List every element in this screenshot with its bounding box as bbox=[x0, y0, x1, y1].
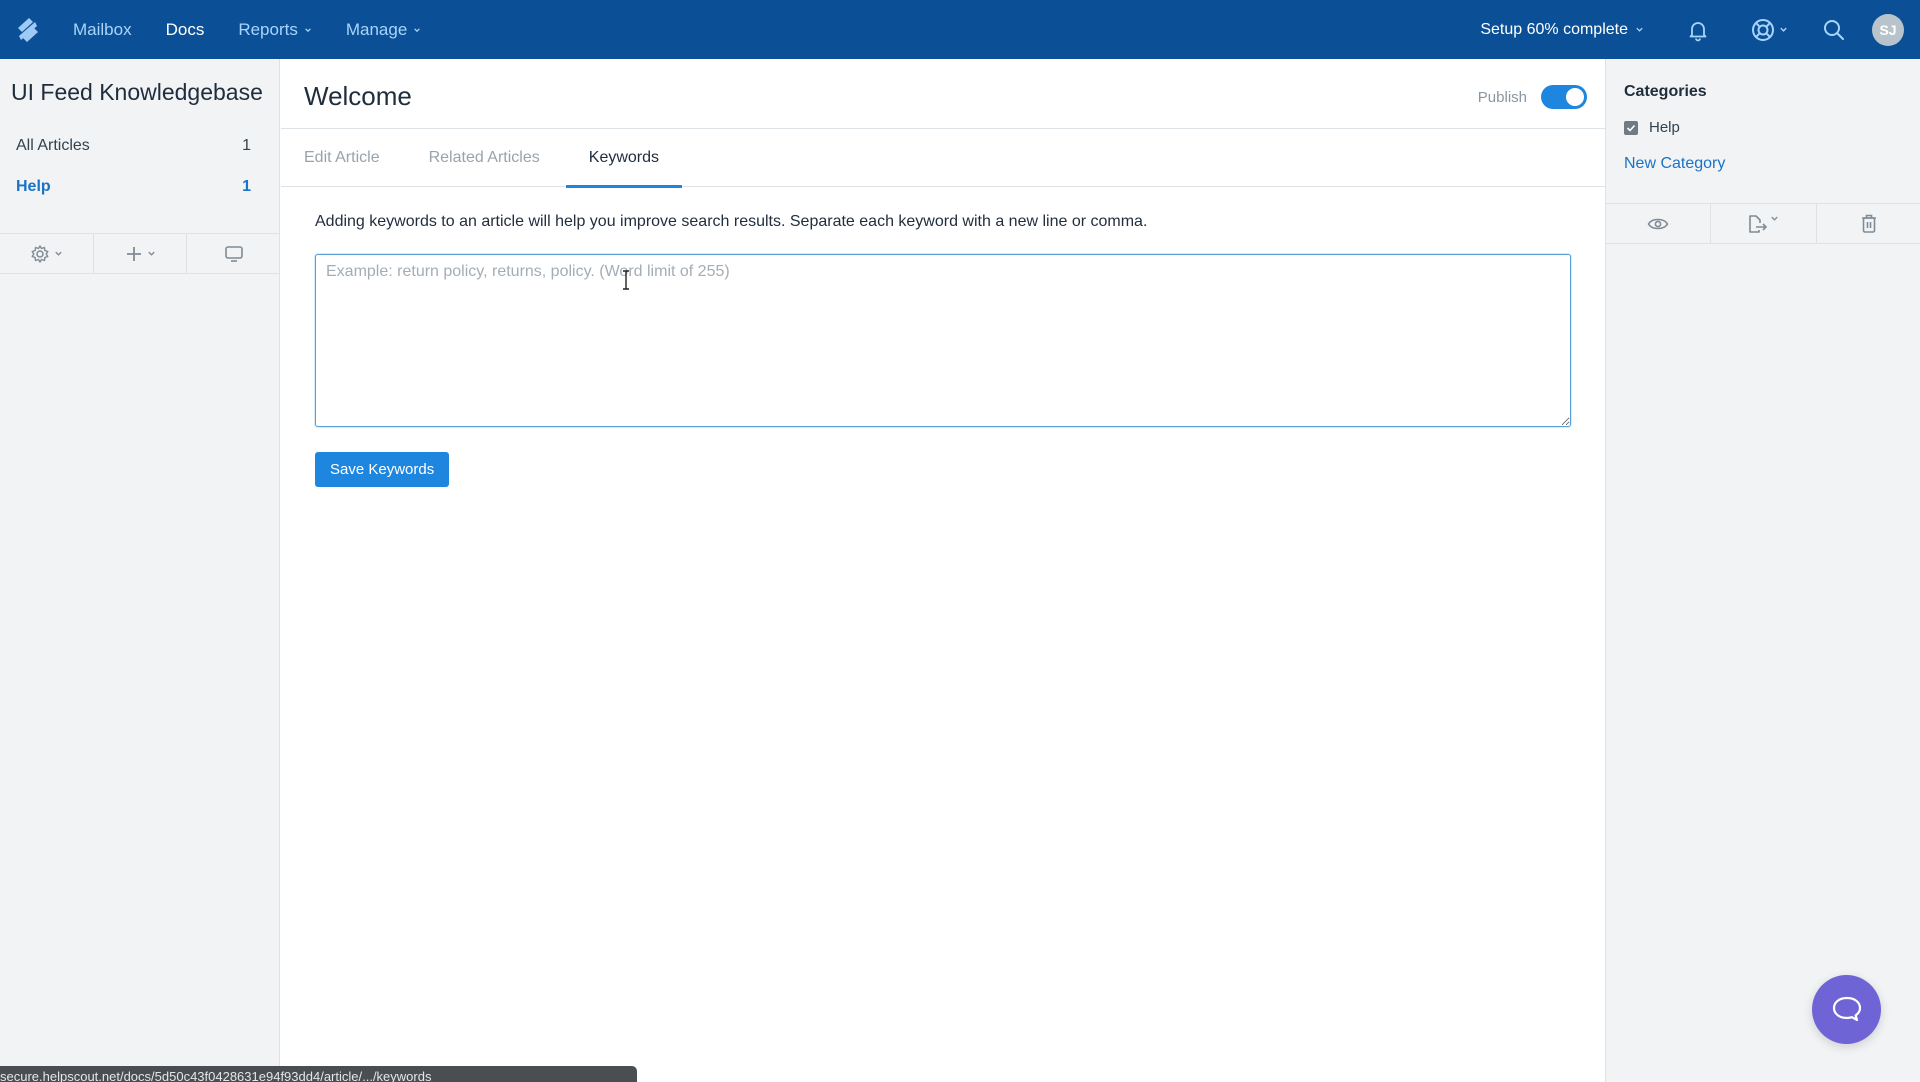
search-icon bbox=[1824, 19, 1844, 40]
left-sidebar: UI Feed Knowledgebase All Articles 1 Hel… bbox=[0, 59, 280, 1082]
publish-control: Publish bbox=[1478, 85, 1587, 109]
helpscout-logo-icon[interactable] bbox=[0, 0, 56, 59]
help-menu-button[interactable] bbox=[1750, 0, 1788, 59]
gear-icon bbox=[31, 244, 49, 263]
chevron-down-icon bbox=[305, 27, 311, 32]
checkmark-icon bbox=[1626, 124, 1636, 132]
chevron-down-icon bbox=[1780, 27, 1787, 32]
move-article-dropdown-button[interactable] bbox=[1711, 204, 1817, 243]
nav-docs-label: Docs bbox=[165, 19, 205, 39]
article-tabs: Edit Article Related Articles Keywords bbox=[281, 129, 1605, 188]
category-item[interactable]: Help bbox=[1606, 101, 1920, 136]
sidebar-item-help[interactable]: Help 1 bbox=[0, 166, 279, 207]
view-site-button[interactable] bbox=[187, 234, 280, 273]
article-title: Welcome bbox=[304, 81, 412, 111]
keywords-hint: Adding keywords to an article will help … bbox=[315, 213, 1148, 230]
nav-reports-label: Reports bbox=[238, 19, 298, 39]
article-header: Welcome Publish bbox=[281, 59, 1605, 129]
text-cursor-icon bbox=[623, 270, 629, 290]
chevron-down-icon bbox=[55, 251, 62, 256]
nav-reports[interactable]: Reports bbox=[221, 0, 329, 59]
monitor-icon bbox=[224, 245, 243, 262]
publish-label: Publish bbox=[1477, 88, 1527, 106]
avatar[interactable]: SJ bbox=[1872, 13, 1904, 46]
export-icon bbox=[1749, 214, 1768, 233]
categories-title: Categories bbox=[1624, 83, 1707, 100]
eye-icon bbox=[1647, 218, 1669, 229]
chevron-down-icon bbox=[414, 27, 421, 32]
add-dropdown-button[interactable] bbox=[94, 234, 188, 273]
article-toolbar bbox=[1606, 203, 1920, 244]
plus-icon bbox=[126, 246, 141, 261]
sidebar-item-count: 1 bbox=[242, 136, 251, 154]
setup-progress-label: Setup 60% complete bbox=[1480, 20, 1628, 38]
keywords-content: Adding keywords to an article will help … bbox=[281, 187, 1605, 513]
sidebar-item-count: 1 bbox=[242, 177, 251, 195]
chevron-down-icon bbox=[1771, 216, 1779, 221]
knowledgebase-title: UI Feed Knowledgebase bbox=[11, 79, 263, 105]
delete-article-button[interactable] bbox=[1817, 204, 1920, 243]
settings-dropdown-button[interactable] bbox=[0, 234, 94, 273]
top-nav: Mailbox Docs Reports Manage Setup 60% co… bbox=[0, 0, 1920, 59]
main-panel: Welcome Publish Edit Article Related Art… bbox=[281, 59, 1605, 1082]
category-checkbox[interactable] bbox=[1624, 120, 1638, 135]
nav-right: Setup 60% complete SJ bbox=[1480, 0, 1920, 59]
status-bar-url: secure.helpscout.net/docs/5d50c43f042863… bbox=[0, 1066, 637, 1082]
toggle-knob bbox=[1566, 88, 1584, 106]
avatar-initials: SJ bbox=[1879, 21, 1897, 38]
chevron-down-icon bbox=[147, 251, 155, 256]
tab-related-articles[interactable]: Related Articles bbox=[429, 129, 540, 187]
nav-manage[interactable]: Manage bbox=[329, 0, 438, 59]
notifications-button[interactable] bbox=[1686, 0, 1710, 59]
keywords-input[interactable] bbox=[315, 254, 1571, 427]
chat-beacon-button[interactable] bbox=[1812, 975, 1881, 1044]
trash-icon bbox=[1861, 214, 1876, 233]
nav-manage-label: Manage bbox=[345, 19, 408, 39]
nav-mailbox-label: Mailbox bbox=[73, 19, 132, 39]
sidebar-item-all-articles[interactable]: All Articles 1 bbox=[0, 125, 279, 166]
setup-progress-dropdown[interactable]: Setup 60% complete bbox=[1480, 21, 1644, 39]
save-keywords-button[interactable]: Save Keywords bbox=[315, 452, 450, 487]
tab-keywords[interactable]: Keywords bbox=[565, 129, 683, 188]
right-sidebar: Categories Help New Category bbox=[1605, 59, 1920, 1082]
search-button[interactable] bbox=[1822, 0, 1846, 59]
nav-mailbox[interactable]: Mailbox bbox=[56, 0, 149, 59]
sidebar-toolbar bbox=[0, 233, 280, 274]
sidebar-item-label: Help bbox=[16, 177, 51, 195]
publish-toggle[interactable] bbox=[1541, 85, 1587, 109]
bell-icon bbox=[1689, 21, 1707, 41]
new-category-link[interactable]: New Category bbox=[1606, 136, 1920, 173]
category-label: Help bbox=[1649, 119, 1680, 136]
nav-docs[interactable]: Docs bbox=[149, 0, 222, 59]
chevron-down-icon bbox=[1636, 27, 1643, 32]
lifebuoy-icon bbox=[1752, 18, 1774, 41]
preview-button[interactable] bbox=[1606, 204, 1712, 243]
tab-edit-article[interactable]: Edit Article bbox=[304, 129, 380, 187]
chat-bubble-icon bbox=[1832, 996, 1861, 1021]
sidebar-item-label: All Articles bbox=[16, 136, 90, 154]
